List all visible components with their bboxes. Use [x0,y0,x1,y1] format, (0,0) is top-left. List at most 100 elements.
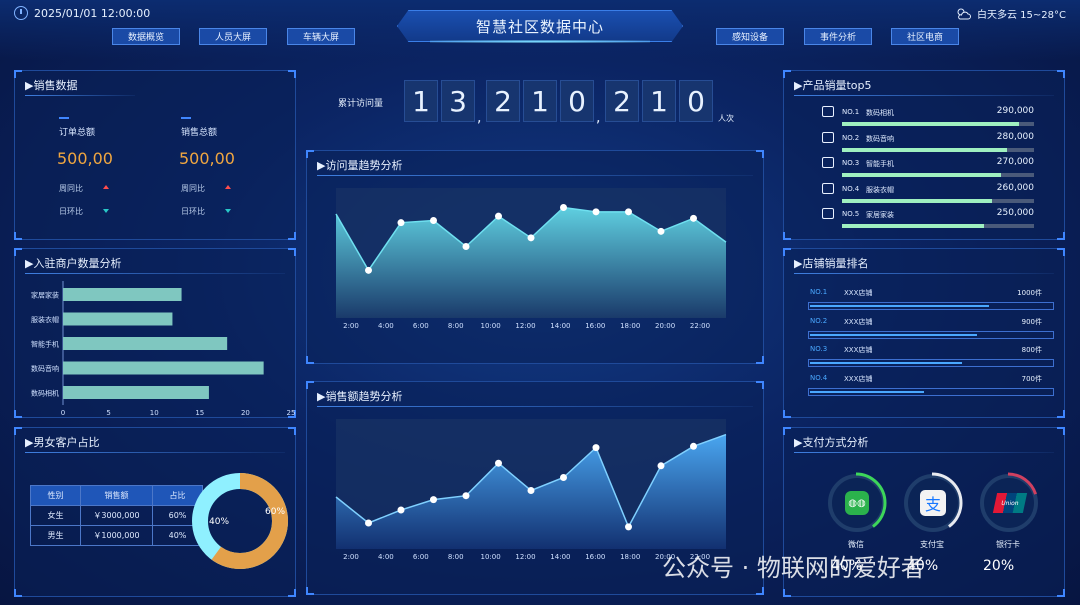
up-arrow-icon [225,185,231,189]
gender-title: ▶男女客户占比 [25,436,100,449]
x-tick-label: 18:00 [620,553,640,561]
category-label: 服装衣帽 [31,315,59,324]
shop-rank: NO.1 [810,288,828,296]
table-cell: 男生 [30,525,81,546]
cloud-sun-icon [957,8,971,19]
x-tick-label: 16:00 [585,322,605,330]
nav-event-analysis[interactable]: 事件分析 [804,28,872,45]
merchant-bar [63,337,228,350]
table-cell: ￥3000,000 [80,505,153,526]
category-label: 家居家装 [31,291,59,300]
category-label: 数码音响 [31,364,59,373]
product-row: NO.1 数码相机 290,000 [822,106,1034,128]
data-point [365,266,372,274]
payment-ring-arc [977,472,1039,534]
visits-unit: 人次 [718,114,734,123]
shops-title: ▶店铺销量排名 [794,257,869,270]
payment-ring-arc [901,472,963,534]
weather-text: 白天多云 15~28°C [977,10,1066,21]
shop-bar-fill [810,362,963,364]
x-tick-label: 6:00 [413,322,429,330]
counter-digit: 0 [679,80,713,122]
weather: 白天多云 15~28°C [956,6,1066,21]
data-point [592,208,600,216]
donut-label-female: 60% [265,507,285,517]
title-underline [25,452,285,453]
nav-sensing-devices[interactable]: 感知设备 [716,28,784,45]
product-rank: NO.5 [842,210,860,218]
merchant-bar [63,361,264,375]
product-rank: NO.2 [842,133,860,142]
x-tick-label: 12:00 [515,553,535,561]
x-tick-label: 2:00 [343,322,359,330]
data-point [462,243,470,250]
product-row: NO.5 家居家装 250,000 [822,208,1034,230]
product-value: 270,000 [996,157,1034,167]
x-tick-label: 20 [241,409,250,417]
counter-digit: 3 [441,80,475,122]
category-label: 智能手机 [31,340,59,349]
title-underline [794,95,1054,96]
page-title: 智慧社区数据中心 [475,17,604,36]
sales-value: 500,00 [179,149,235,168]
x-tick-label: 6:00 [413,553,429,561]
x-tick-label: 25 [287,409,296,417]
nav-community-ecommerce[interactable]: 社区电商 [891,28,959,45]
shirt-icon [822,182,834,194]
product-row: NO.4 服装衣帽 260,000 [822,182,1034,205]
product-bar-fill [842,173,1002,177]
sales-title: ▶销售数据 [25,79,78,92]
shop-name: XXX店铺 [844,317,873,326]
shop-row: NO.3 XXX店铺 800件 [808,345,1054,369]
merchants-panel: ▶入驻商户数量分析 家居家装 服装衣帽 智能手机 数码音响 数码相机 0 5 10 15 20 25 [14,248,296,418]
title-glow [430,40,650,43]
x-tick-label: 8:00 [448,553,464,561]
product-row: NO.2 数码音响 280,000 [822,131,1034,154]
nav-data-overview[interactable]: 数据概览 [112,28,180,45]
merchant-bar [63,312,173,326]
product-name: 智能手机 [866,160,894,168]
product-value: 260,000 [996,182,1034,193]
donut-label-male: 40% [209,517,229,527]
data-point [560,204,567,211]
payment-pct: 20% [983,558,1015,574]
product-rank: NO.1 [842,108,860,116]
counter-comma: , [596,110,601,126]
sales-wow-label: 周同比 [181,184,205,193]
product-value: 250,000 [996,208,1034,218]
visit-trend-chart: 2:00 4:00 6:00 8:00 10:00 12:00 14:00 16:00 18:0… [335,188,727,330]
shop-value: 900件 [1021,317,1042,326]
x-tick-label: 16:00 [585,553,605,561]
nav-people-screen[interactable]: 人员大屏 [199,28,267,45]
payment-ring-arc [825,472,887,534]
data-point [527,234,535,242]
order-dod-label: 日环比 [59,207,83,216]
nav-vehicle-screen[interactable]: 车辆大屏 [287,28,355,45]
product-value: 290,000 [996,106,1034,116]
x-tick-label: 0 [61,409,65,417]
payment-name: 银行卡 [996,540,1020,549]
table-row: 女生 ￥3000,000 60% [30,505,203,526]
order-label: 订单总额 [59,128,96,138]
product-name: 家居家装 [866,211,894,219]
merchants-bar-chart: 家居家装服装衣帽智能手机数码音响数码相机 0 5 10 15 20 25 [31,281,296,417]
shop-bar-fill [810,390,924,393]
data-point [690,442,697,450]
shop-row: NO.4 XXX店铺 700件 [808,374,1054,398]
data-point [625,523,632,531]
phone-icon [822,157,834,168]
table-cell: ￥1000,000 [80,525,153,546]
shop-rank: NO.4 [810,373,828,382]
data-point [657,227,665,235]
x-tick-label: 14:00 [550,322,570,330]
data-point [365,519,372,527]
product-rank: NO.3 [842,159,860,167]
x-tick-label: 12:00 [515,322,535,330]
down-arrow-icon [225,209,231,213]
shop-bar-fill [810,305,990,307]
counter-digit: 0 [560,80,594,122]
counter-digit: 1 [523,80,557,122]
counter-digit: 2 [605,80,639,122]
shop-row: NO.2 XXX店铺 900件 [808,317,1054,341]
x-tick-label: 10 [150,409,159,417]
